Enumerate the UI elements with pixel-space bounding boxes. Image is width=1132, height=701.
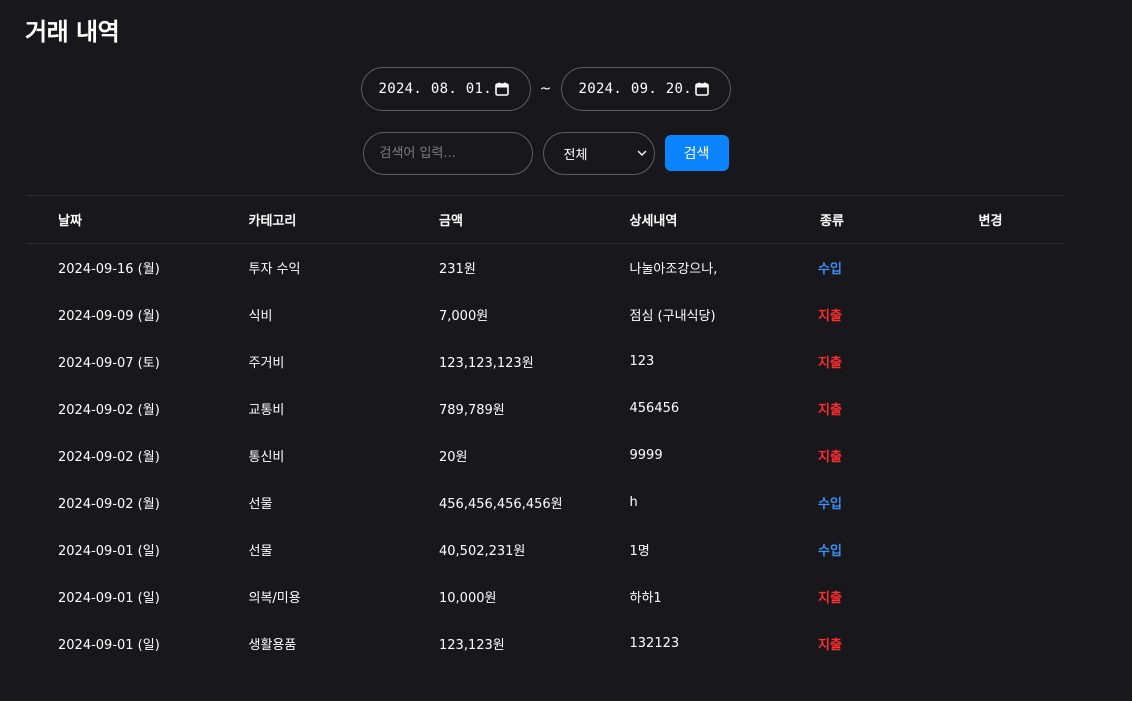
cell-detail: 9999 <box>629 448 663 463</box>
cell-category: 의복/미용 <box>248 591 301 606</box>
end-date-value: 2024. 09. 20. <box>578 81 692 97</box>
table-row[interactable]: 2024-09-16 (월) 투자 수익 231원 나눌아조강으나, 수입 <box>26 244 1065 291</box>
cell-date: 2024-09-02 (월) <box>58 403 160 418</box>
table-row[interactable]: 2024-09-01 (일) 선물 40,502,231원 1명 수입 <box>26 526 1065 573</box>
end-date-input[interactable]: 2024. 09. 20. <box>560 67 731 111</box>
cell-type: 지출 <box>818 638 842 653</box>
table-row[interactable]: 2024-09-02 (월) 통신비 20원 9999 지출 <box>26 432 1065 479</box>
cell-category: 선물 <box>248 544 273 559</box>
cell-type: 지출 <box>818 309 842 324</box>
transaction-history-page: 거래 내역 2024. 08. 01. ~ 2024. 09. 20. 검색어 … <box>0 0 1132 701</box>
type-select[interactable]: 전체 <box>542 131 655 175</box>
calendar-icon[interactable] <box>693 80 712 99</box>
cell-type: 지출 <box>818 403 842 418</box>
cell-amount: 40,502,231원 <box>439 544 526 559</box>
cell-type: 수입 <box>818 262 842 277</box>
column-header-type: 종류 <box>820 214 844 229</box>
cell-amount: 7,000원 <box>439 309 489 324</box>
cell-type: 지출 <box>818 450 842 465</box>
cell-category: 선물 <box>248 497 273 512</box>
cell-category: 교통비 <box>248 403 285 418</box>
cell-category: 식비 <box>248 309 273 324</box>
cell-date: 2024-09-01 (일) <box>58 638 160 653</box>
cell-type: 수입 <box>818 497 842 512</box>
table-row[interactable]: 2024-09-01 (일) 생활용품 123,123원 132123 지출 <box>26 620 1065 667</box>
table-row[interactable]: 2024-09-07 (토) 주거비 123,123,123원 123 지출 <box>26 338 1065 385</box>
cell-amount: 20원 <box>439 450 468 465</box>
column-header-date: 날짜 <box>58 214 82 229</box>
table-row[interactable]: 2024-09-02 (월) 선물 456,456,456,456원 h 수입 <box>26 479 1065 526</box>
cell-type: 지출 <box>818 356 842 371</box>
cell-detail: 456456 <box>629 401 680 416</box>
table-header: 날짜 카테고리 금액 상세내역 종류 변경 <box>26 195 1065 244</box>
search-input[interactable] <box>362 131 533 175</box>
cell-type: 지출 <box>818 591 842 606</box>
cell-detail: 1명 <box>629 544 650 559</box>
column-header-category: 카테고리 <box>248 214 297 229</box>
cell-amount: 123,123원 <box>439 638 505 653</box>
cell-date: 2024-09-01 (일) <box>58 591 160 606</box>
chevron-down-icon <box>636 147 648 159</box>
cell-detail: h <box>629 495 638 510</box>
cell-date: 2024-09-02 (월) <box>58 450 160 465</box>
cell-date: 2024-09-09 (월) <box>58 309 160 324</box>
column-header-detail: 상세내역 <box>629 214 678 229</box>
cell-category: 주거비 <box>248 356 285 371</box>
column-header-edit: 변경 <box>978 214 1003 229</box>
cell-type: 수입 <box>818 544 842 559</box>
type-select-value: 전체 <box>563 147 588 163</box>
cell-category: 통신비 <box>248 450 285 465</box>
table-row[interactable]: 2024-09-01 (일) 의복/미용 10,000원 하하1 지출 <box>26 573 1065 620</box>
search-filter-row: 전체 검색 <box>0 131 1091 175</box>
transaction-table: 날짜 카테고리 금액 상세내역 종류 변경 2024-09-16 (월) 투자 수… <box>26 195 1065 667</box>
table-row[interactable]: 2024-09-02 (월) 교통비 789,789원 456456 지출 <box>26 385 1065 432</box>
cell-amount: 231원 <box>439 262 476 277</box>
table-body: 2024-09-16 (월) 투자 수익 231원 나눌아조강으나, 수입 2024-09… <box>26 244 1065 667</box>
start-date-input[interactable]: 2024. 08. 01. <box>360 67 531 111</box>
cell-amount: 123,123,123원 <box>439 356 534 371</box>
cell-detail: 점심 (구내식당) <box>629 309 716 324</box>
cell-detail: 나눌아조강으나, <box>629 262 718 277</box>
cell-detail: 132123 <box>629 636 680 651</box>
cell-amount: 10,000원 <box>439 591 497 606</box>
table-row[interactable]: 2024-09-09 (월) 식비 7,000원 점심 (구내식당) 지출 <box>26 291 1065 338</box>
cell-date: 2024-09-01 (일) <box>58 544 160 559</box>
cell-category: 생활용품 <box>248 638 297 653</box>
date-range-filter: 2024. 08. 01. ~ 2024. 09. 20. <box>0 67 1091 111</box>
calendar-icon[interactable] <box>493 80 512 99</box>
cell-category: 투자 수익 <box>248 262 301 277</box>
start-date-value: 2024. 08. 01. <box>378 81 492 97</box>
cell-date: 2024-09-02 (월) <box>58 497 160 512</box>
cell-amount: 456,456,456,456원 <box>439 497 563 512</box>
cell-detail: 123 <box>629 354 655 369</box>
date-range-separator: ~ <box>539 81 552 97</box>
cell-amount: 789,789원 <box>439 403 505 418</box>
column-header-amount: 금액 <box>439 214 463 229</box>
cell-date: 2024-09-16 (월) <box>58 262 160 277</box>
page-title: 거래 내역 <box>25 18 120 46</box>
search-button[interactable]: 검색 <box>664 135 729 171</box>
cell-date: 2024-09-07 (토) <box>58 356 160 371</box>
cell-detail: 하하1 <box>629 591 662 606</box>
